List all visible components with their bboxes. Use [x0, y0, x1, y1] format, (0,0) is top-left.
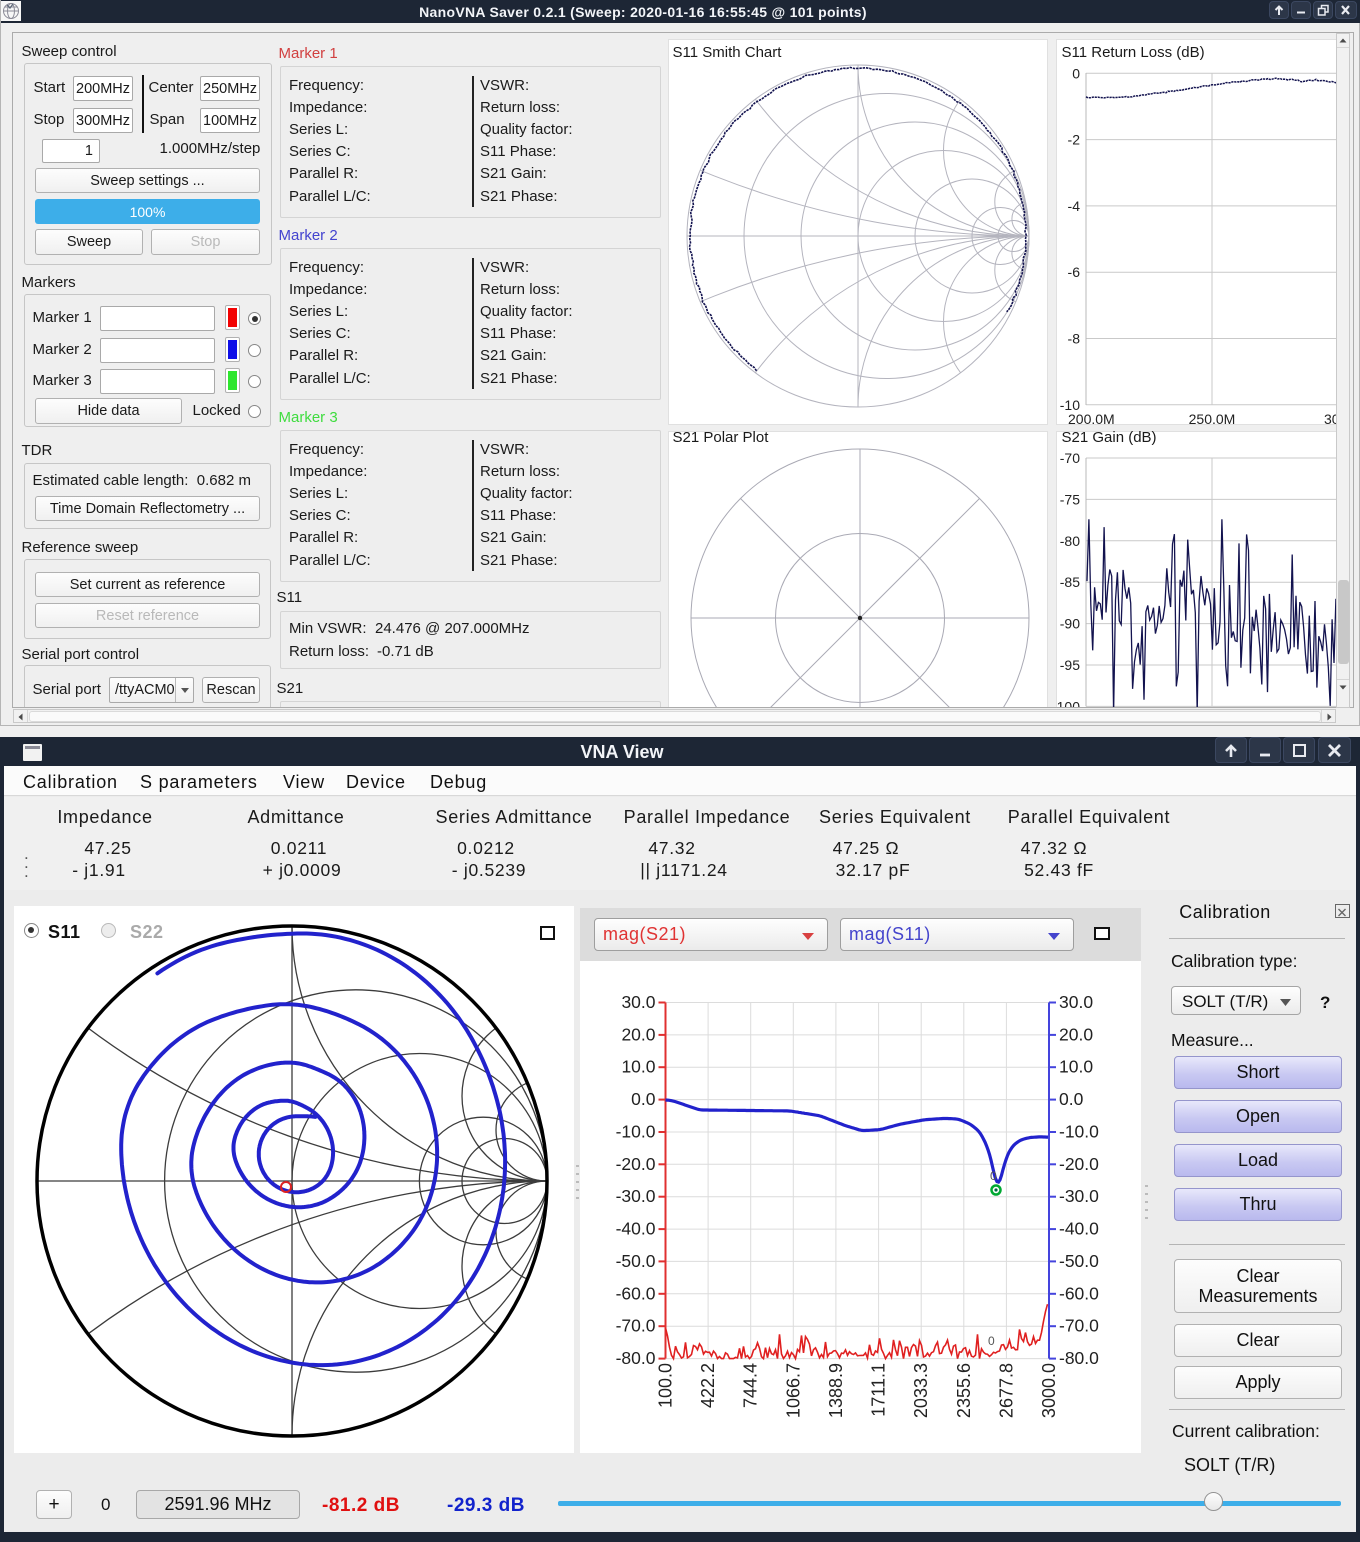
svg-text:0: 0 [988, 1334, 995, 1348]
svg-text:2355.6: 2355.6 [954, 1363, 974, 1418]
svg-text:-60.0: -60.0 [1059, 1283, 1099, 1303]
svg-text:0.0: 0.0 [1059, 1089, 1084, 1109]
svg-text:-100: -100 [1052, 698, 1080, 708]
svg-text:744.4: 744.4 [741, 1363, 761, 1408]
svg-text:-50.0: -50.0 [1059, 1251, 1099, 1271]
svg-text:250.0M: 250.0M [1189, 411, 1236, 427]
svg-text:-20.0: -20.0 [1059, 1154, 1099, 1174]
svg-text:0.0: 0.0 [631, 1089, 656, 1109]
svg-text:-80.0: -80.0 [1059, 1348, 1099, 1368]
svg-text:-95: -95 [1060, 657, 1080, 673]
svg-text:1388.9: 1388.9 [826, 1363, 846, 1418]
svg-text:-40.0: -40.0 [616, 1219, 656, 1239]
svg-text:-20.0: -20.0 [616, 1154, 656, 1174]
svg-text:-6: -6 [1068, 264, 1081, 280]
svg-text:-4: -4 [1068, 198, 1081, 214]
svg-text:-2: -2 [1068, 132, 1081, 148]
svg-text:-40.0: -40.0 [1059, 1219, 1099, 1239]
svg-text:20.0: 20.0 [621, 1024, 655, 1044]
svg-text:-70.0: -70.0 [1059, 1316, 1099, 1336]
svg-text:200.0M: 200.0M [1068, 411, 1115, 427]
svg-text:30.0: 30.0 [621, 992, 655, 1012]
svg-text:-90: -90 [1060, 616, 1080, 632]
svg-text:10.0: 10.0 [1059, 1057, 1093, 1077]
svg-text:0: 0 [990, 1169, 997, 1183]
svg-text:-8: -8 [1068, 331, 1081, 347]
svg-text:1711.1: 1711.1 [869, 1363, 889, 1417]
svg-text:1066.7: 1066.7 [783, 1363, 803, 1418]
svg-text:422.2: 422.2 [698, 1363, 718, 1408]
svg-text:-70: -70 [1060, 450, 1080, 466]
svg-text:-80: -80 [1060, 533, 1080, 549]
svg-text:2033.3: 2033.3 [911, 1363, 931, 1418]
svg-text:-10.0: -10.0 [1059, 1122, 1099, 1142]
svg-text:0: 0 [1072, 65, 1080, 81]
svg-text:-80.0: -80.0 [616, 1348, 656, 1368]
svg-text:-70.0: -70.0 [616, 1316, 656, 1336]
svg-text:100.0: 100.0 [656, 1363, 676, 1408]
svg-text:3000.0: 3000.0 [1039, 1363, 1059, 1418]
svg-text:20.0: 20.0 [1059, 1024, 1093, 1044]
svg-text:-75: -75 [1060, 491, 1080, 507]
svg-text:10.0: 10.0 [621, 1057, 655, 1077]
svg-text:2677.8: 2677.8 [996, 1363, 1016, 1418]
svg-text:-85: -85 [1060, 574, 1080, 590]
svg-text:-50.0: -50.0 [616, 1251, 656, 1271]
svg-text:-10.0: -10.0 [616, 1122, 656, 1142]
svg-text:-30.0: -30.0 [616, 1186, 656, 1206]
svg-text:30.0: 30.0 [1059, 992, 1093, 1012]
svg-text:-30.0: -30.0 [1059, 1186, 1099, 1206]
svg-text:-60.0: -60.0 [616, 1283, 656, 1303]
